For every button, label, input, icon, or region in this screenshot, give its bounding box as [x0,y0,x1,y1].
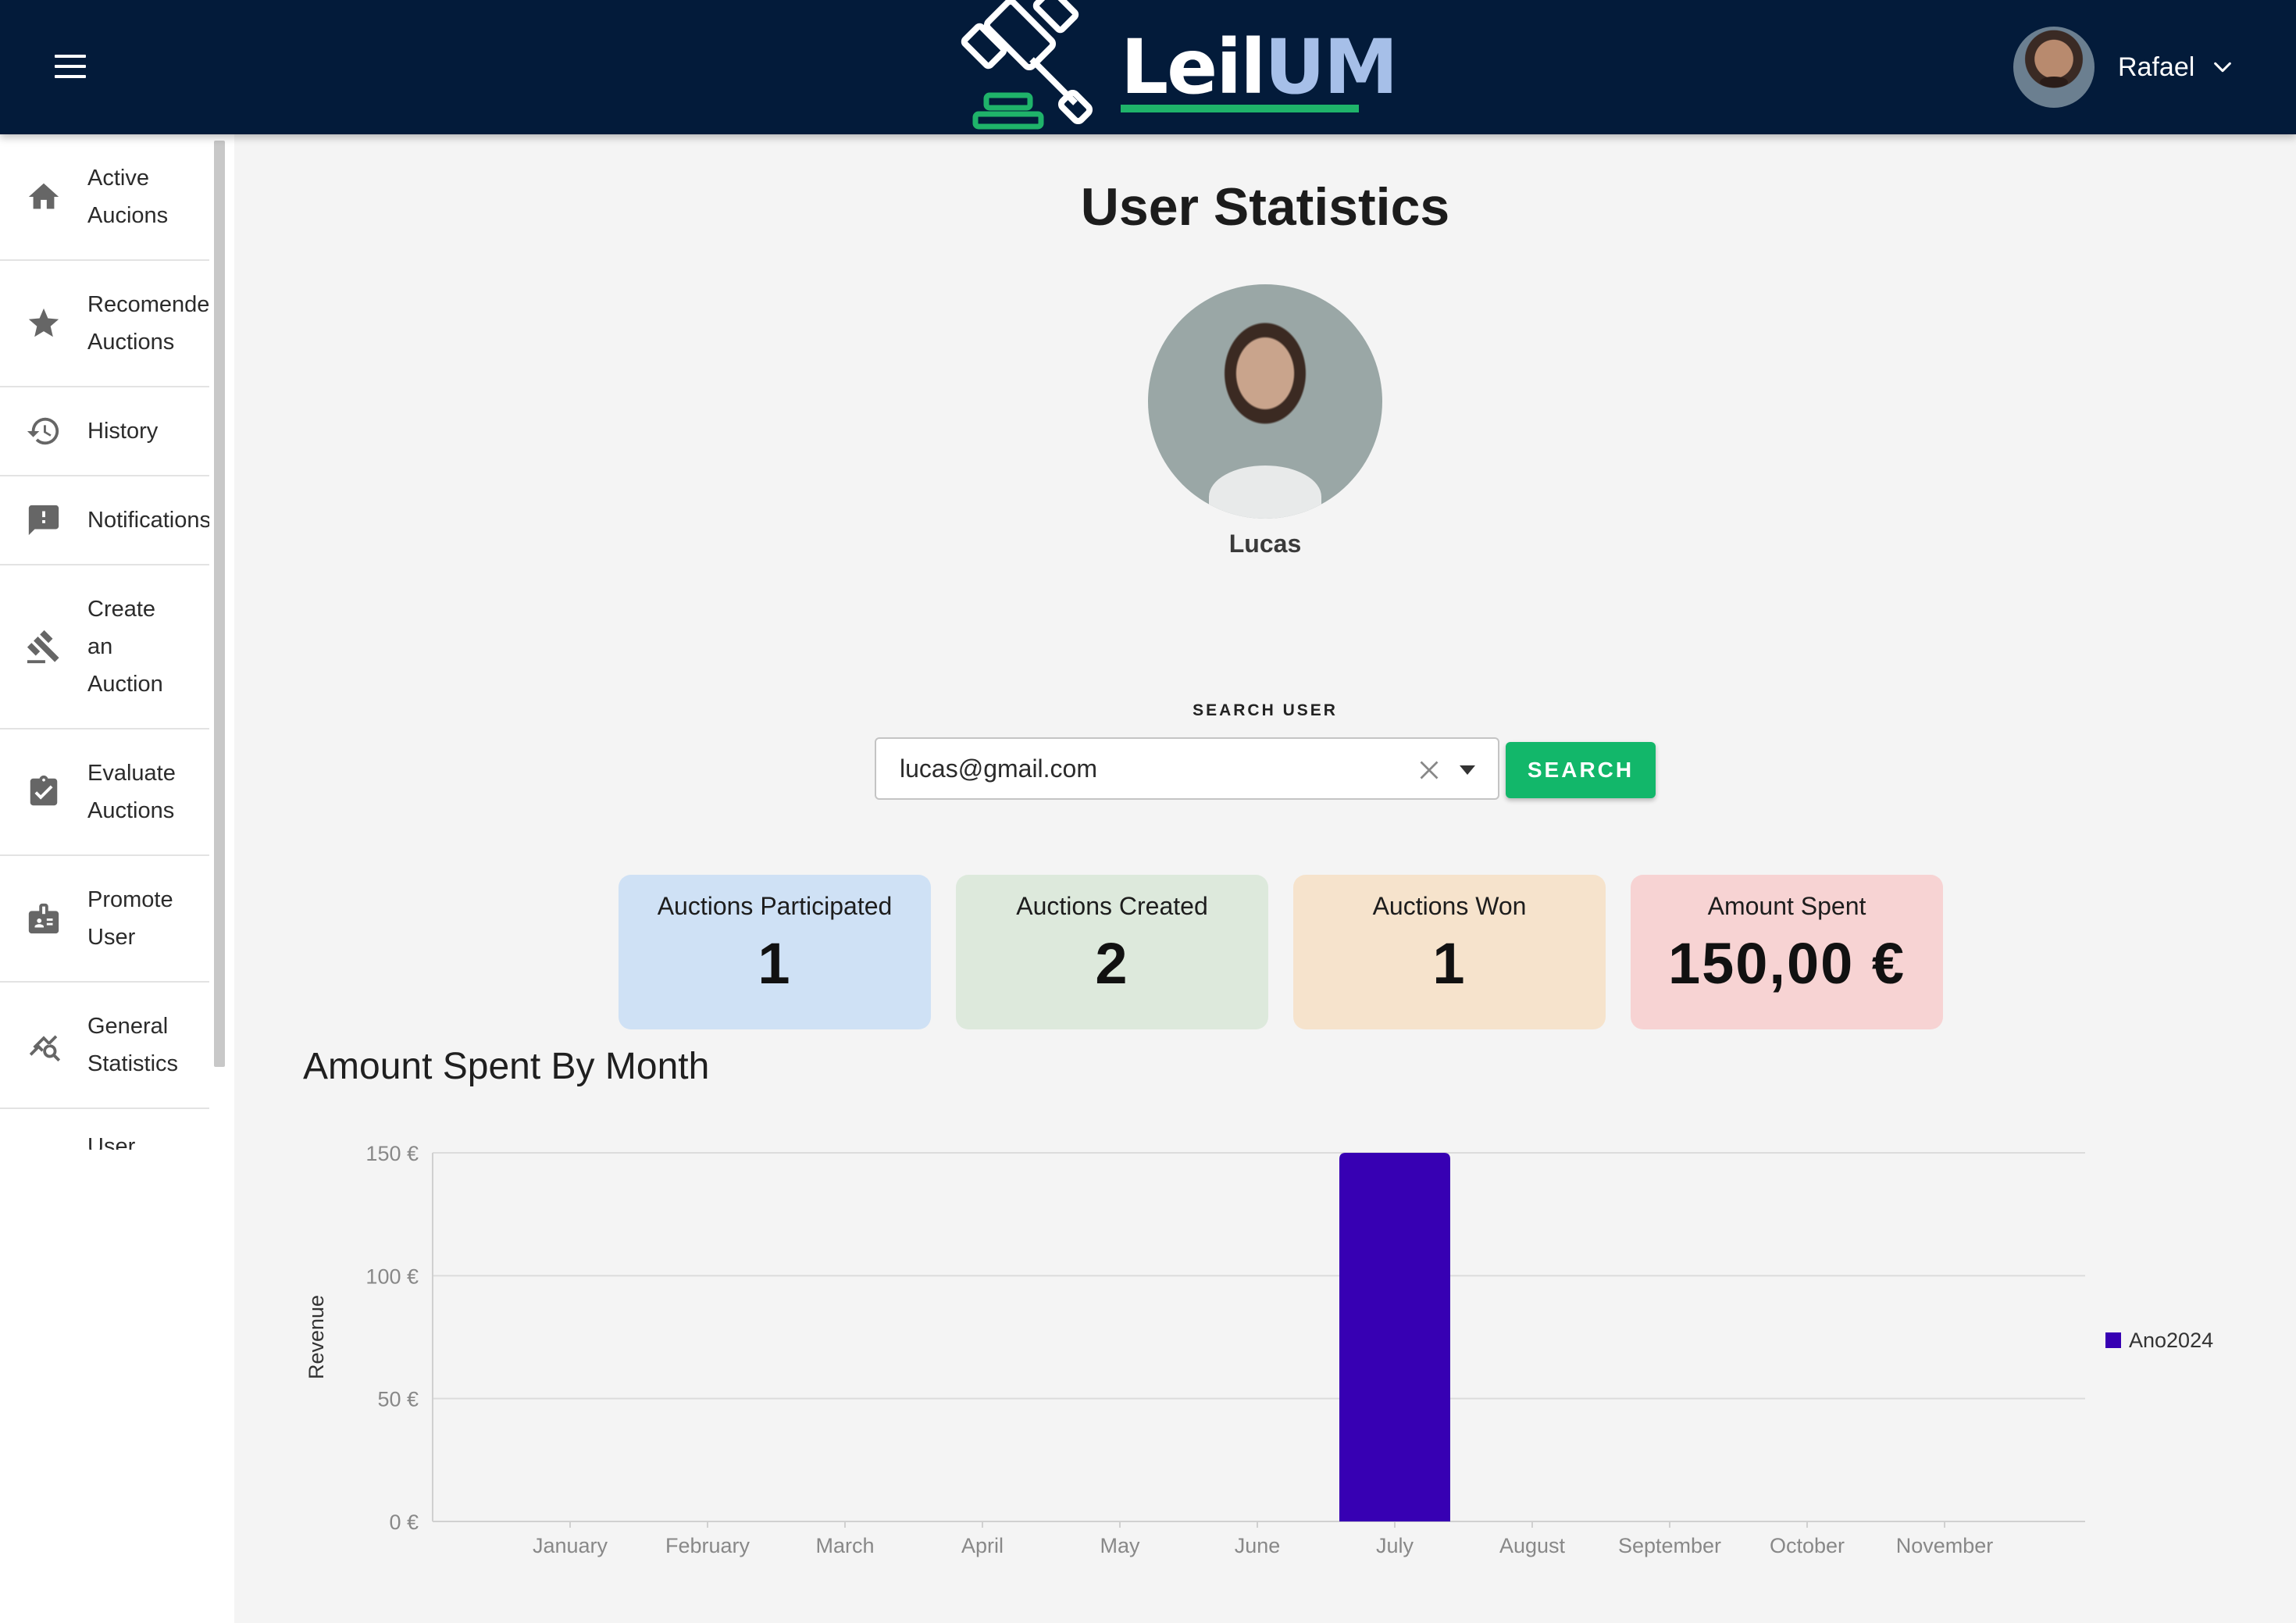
logo-text-um: UM [1264,23,1398,111]
query-stats-icon [0,1027,87,1063]
chevron-down-icon[interactable] [2212,56,2234,78]
stat-card-participated: Auctions Participated 1 [619,875,931,1029]
sidebar-item-recommended-auctions[interactable]: Recomended Auctions [0,261,209,387]
stat-value: 1 [1432,931,1467,996]
sidebar-item-label: Recomended Auctions [87,292,209,355]
user-menu[interactable]: Rafael [2013,27,2234,108]
logo-text-leil: Leil [1121,23,1266,111]
assignment-check-icon [0,774,87,810]
amount-spent-chart: 0 € 50 € 100 € 150 € Revenue January February M… [305,1142,2213,1557]
legend-label: Ano2024 [2129,1329,2213,1352]
search-user-input[interactable]: lucas@gmail.com [875,737,1499,800]
history-icon [0,413,87,449]
chart-title: Amount Spent By Month [303,1046,710,1087]
feedback-icon [0,502,87,538]
stat-card-amount-spent: Amount Spent 150,00 € [1631,875,1943,1029]
gavel-icon [0,629,87,665]
y-tick-label: 100 € [365,1265,419,1288]
sidebar-item-label: General Statistics [87,1014,179,1076]
sidebar-item-label: Active Aucions [87,166,169,228]
y-tick-label: 50 € [377,1388,419,1411]
x-tick-label: February [665,1534,750,1557]
sidebar: Active Aucions Recomended Auctions Histo… [0,134,234,1623]
sidebar-scrollbar[interactable] [214,141,225,1067]
sidebar-item-user[interactable]: User [0,1109,209,1150]
y-axis-label: Revenue [305,1295,328,1379]
page-title: User Statistics [1080,177,1450,237]
stat-card-created: Auctions Created 2 [956,875,1268,1029]
x-tick-label: January [533,1534,608,1557]
user-avatar[interactable] [2013,27,2095,108]
stat-value: 2 [1095,931,1129,996]
x-tick-label: March [815,1534,874,1557]
x-tick-label: September [1618,1534,1721,1557]
legend-swatch [2105,1332,2121,1348]
stat-title: Amount Spent [1707,892,1866,920]
sidebar-item-label: Evaluate Auctions [87,761,176,823]
x-tick-label: July [1376,1534,1414,1557]
profile-photo [1148,284,1382,519]
x-tick-label: May [1100,1534,1140,1557]
sidebar-item-general-statistics[interactable]: General Statistics [0,983,209,1109]
search-button[interactable]: SEARCH [1506,742,1656,798]
logo-wordmark: LeilUM [1121,30,1399,105]
stat-title: Auctions Created [1016,892,1208,920]
stat-card-won: Auctions Won 1 [1293,875,1606,1029]
y-tick-label: 150 € [365,1142,419,1165]
menu-icon[interactable] [55,55,86,78]
badge-icon [0,901,87,936]
x-tick-label: August [1499,1534,1566,1557]
dropdown-arrow-icon[interactable] [1458,762,1477,778]
stat-value: 1 [758,931,792,996]
x-tick-label: April [961,1534,1004,1557]
sidebar-item-label: History [87,419,159,444]
sidebar-item-label: Promote User [87,887,173,950]
stat-title: Auctions Won [1372,892,1527,920]
search-input-value: lucas@gmail.com [900,754,1097,783]
bar-july [1339,1153,1450,1521]
profile-name: Lucas [1228,530,1302,558]
gavel-logo-icon [961,0,1093,130]
sidebar-item-active-auctions[interactable]: Active Aucions [0,134,209,261]
clear-icon[interactable] [1415,756,1443,784]
sidebar-item-history[interactable]: History [0,387,209,476]
sidebar-item-label: Create an Auction [87,597,163,697]
sidebar-item-notifications[interactable]: Notifications [0,476,209,565]
home-icon [0,179,87,215]
stat-title: Auctions Participated [657,892,893,920]
sidebar-item-label: User [87,1134,136,1150]
logo-underline [1121,105,1359,112]
sidebar-item-create-auction[interactable]: Create an Auction [0,565,209,729]
star-icon [0,305,87,341]
stat-value: 150,00 € [1667,931,1906,996]
x-tick-label: October [1770,1534,1845,1557]
sidebar-list: Active Aucions Recomended Auctions Histo… [0,134,212,1150]
app-logo[interactable]: LeilUM [957,0,1399,134]
y-tick-label: 0 € [389,1511,419,1534]
sidebar-item-evaluate-auctions[interactable]: Evaluate Auctions [0,729,209,856]
x-tick-label: June [1235,1534,1281,1557]
sidebar-item-promote-user[interactable]: Promote User [0,856,209,983]
user-name: Rafael [2118,52,2195,82]
top-app-bar: LeilUM Rafael [0,0,2296,134]
sidebar-item-label: Notifications [87,508,209,533]
x-tick-label: November [1896,1534,1994,1557]
search-user-label: SEARCH USER [1193,701,1338,719]
